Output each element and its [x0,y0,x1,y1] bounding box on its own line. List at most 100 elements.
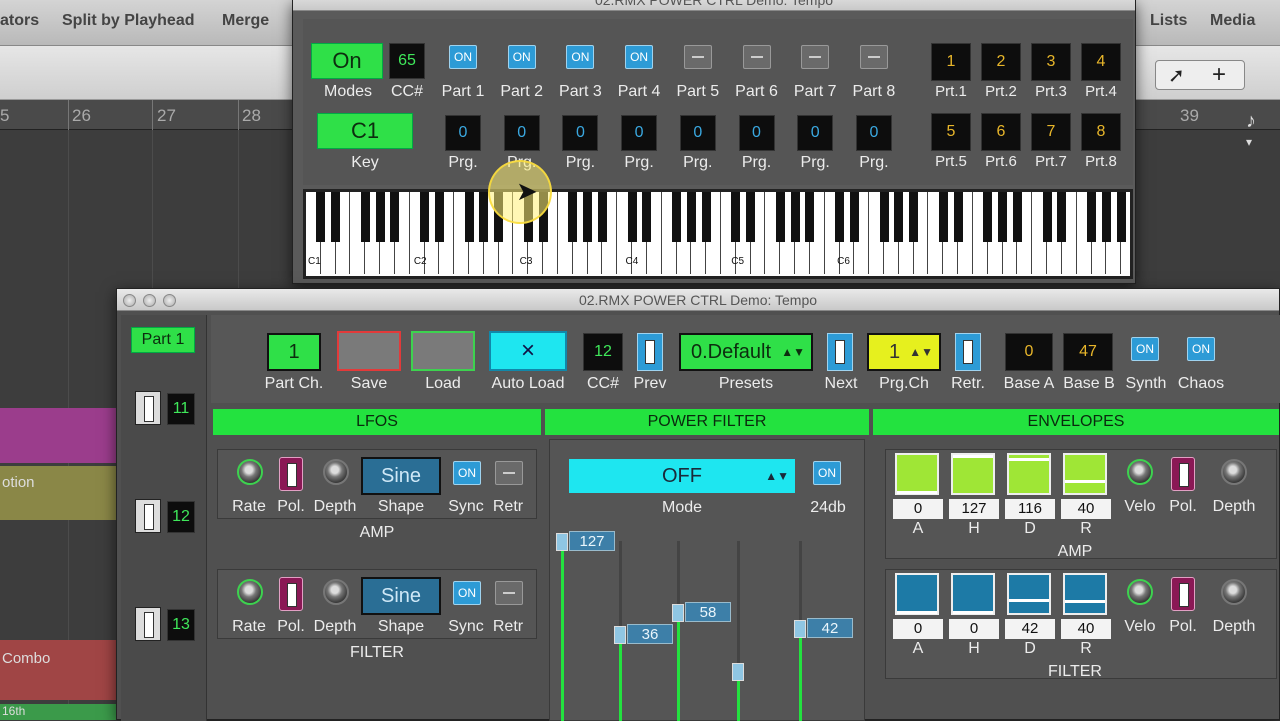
black-key[interactable] [360,192,370,242]
envelope-slider[interactable] [895,573,939,615]
black-key[interactable] [1012,192,1022,242]
black-key[interactable] [746,192,756,242]
black-key[interactable] [568,192,578,242]
presets-dropdown[interactable]: 0.Default ▲▼ [679,333,813,371]
part-off-button[interactable] [801,45,830,69]
black-key[interactable] [953,192,963,242]
next-button[interactable] [827,333,853,371]
filter-slider-handle[interactable] [794,620,806,638]
polarity-toggle[interactable] [1171,457,1195,491]
black-key[interactable] [775,192,785,242]
black-key[interactable] [627,192,637,242]
region-yellow[interactable]: otion [0,466,120,520]
black-key[interactable] [998,192,1008,242]
sync-on-button[interactable]: ON [453,581,481,605]
part-off-button[interactable] [742,45,771,69]
black-key[interactable] [1042,192,1052,242]
part-off-button[interactable] [859,45,888,69]
filter-mode-dropdown[interactable]: OFF ▲▼ [567,457,797,495]
envelope-slider[interactable] [1063,573,1107,615]
polarity-toggle[interactable] [279,577,303,611]
depth-knob[interactable] [323,579,349,605]
base-a-display[interactable]: 0 [1005,333,1053,371]
depth-knob[interactable] [1221,459,1247,485]
program-display[interactable]: 0 [621,115,658,151]
black-key[interactable] [835,192,845,242]
part-toggle[interactable] [135,391,161,425]
envelope-slider[interactable] [895,453,939,495]
part-on-button[interactable]: ON [507,45,536,69]
envelope-slider[interactable] [951,453,995,495]
black-key[interactable] [879,192,889,242]
filter-slider-handle[interactable] [672,603,684,622]
polarity-toggle[interactable] [279,457,303,491]
rate-knob[interactable] [237,579,263,605]
modes-on-button[interactable]: On [311,43,383,79]
prev-button[interactable] [637,333,663,371]
black-key[interactable] [731,192,741,242]
region-purple[interactable] [0,408,120,463]
key-button[interactable]: C1 [317,113,413,149]
filter-slider-handle[interactable] [556,533,568,551]
toolbar-item-media[interactable]: Media [1210,12,1255,30]
black-key[interactable] [420,192,430,242]
envelope-slider[interactable] [1007,453,1051,495]
rate-knob[interactable] [237,459,263,485]
cc-display[interactable]: 65 [389,43,425,79]
velocity-knob[interactable] [1127,579,1153,605]
black-key[interactable] [805,192,815,242]
velocity-knob[interactable] [1127,459,1153,485]
black-key[interactable] [1087,192,1097,242]
depth-knob[interactable] [1221,579,1247,605]
program-display[interactable]: 0 [855,115,892,151]
black-key[interactable] [375,192,385,242]
black-key[interactable] [849,192,859,242]
part-channel-field[interactable]: 1 [267,333,321,371]
toolbar-item-lists[interactable]: Lists [1150,12,1187,30]
black-key[interactable] [583,192,593,242]
black-key[interactable] [434,192,444,242]
part-number-display[interactable]: 8 [1081,113,1121,151]
sync-on-button[interactable]: ON [453,461,481,485]
part-toggle[interactable] [135,607,161,641]
retrigger-off-button[interactable] [495,461,523,485]
envelope-slider[interactable] [951,573,995,615]
lfo-shape-selector[interactable]: Sine [361,457,441,495]
retrigger-off-button[interactable] [495,581,523,605]
black-key[interactable] [597,192,607,242]
filter-slider-handle[interactable] [732,663,744,681]
program-display[interactable]: 0 [503,115,540,151]
black-key[interactable] [909,192,919,242]
black-key[interactable] [1057,192,1067,242]
part-number-display[interactable]: 2 [981,43,1021,81]
toolbar-item-operators[interactable]: ators [0,12,39,30]
black-key[interactable] [642,192,652,242]
part-number-display[interactable]: 5 [931,113,971,151]
black-key[interactable] [316,192,326,242]
part-toggle[interactable] [135,499,161,533]
part-number-display[interactable]: 7 [1031,113,1071,151]
filter-slider-handle[interactable] [614,626,626,645]
part-number-display[interactable]: 4 [1081,43,1121,81]
cc-display[interactable]: 12 [583,333,623,371]
chaos-on-button[interactable]: ON [1187,337,1215,361]
black-key[interactable] [672,192,682,242]
program-change-dropdown[interactable]: 1 ▲▼ [867,333,941,371]
black-key[interactable] [686,192,696,242]
24db-on-button[interactable]: ON [813,461,841,485]
synth-on-button[interactable]: ON [1131,337,1159,361]
black-key[interactable] [701,192,711,242]
top-window-titlebar[interactable]: 02.RMX POWER CTRL Demo: Tempo [293,0,1135,11]
program-display[interactable]: 0 [562,115,599,151]
black-key[interactable] [894,192,904,242]
program-display[interactable]: 0 [679,115,716,151]
program-display[interactable]: 0 [445,115,481,151]
envelope-slider[interactable] [1063,453,1107,495]
depth-knob[interactable] [323,459,349,485]
black-key[interactable] [983,192,993,242]
program-display[interactable]: 0 [738,115,775,151]
black-key[interactable] [331,192,341,242]
black-key[interactable] [479,192,489,242]
main-window-titlebar[interactable]: 02.RMX POWER CTRL Demo: Tempo [117,289,1279,311]
piano-keyboard[interactable]: C1 C2 C3 C4 C5 C6 [303,189,1133,279]
